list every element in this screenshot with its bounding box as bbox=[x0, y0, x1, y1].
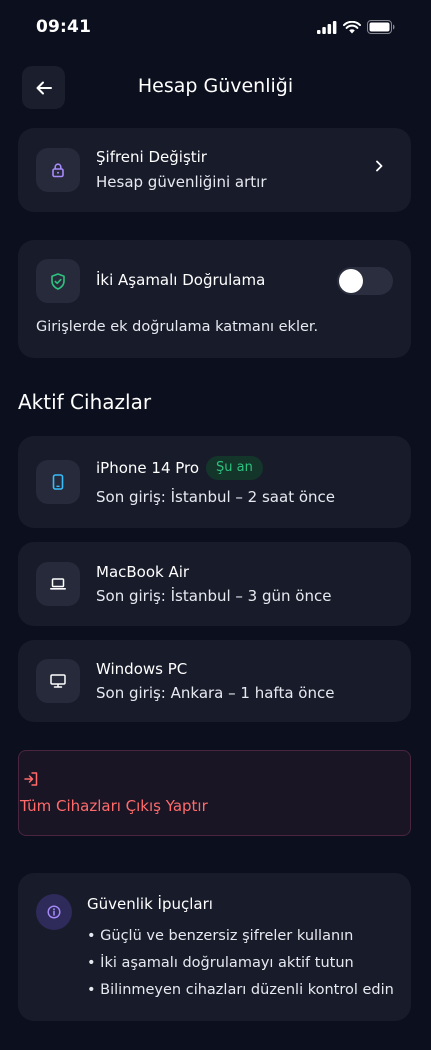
logout-all-button[interactable]: Tüm Cihazları Çıkış Yaptır bbox=[18, 750, 411, 836]
tip-item: • Bilinmeyen cihazları düzenli kontrol e… bbox=[87, 982, 394, 998]
phone-icon bbox=[52, 474, 64, 490]
security-tips-card: Güvenlik İpuçları • Güçlü ve benzersiz ş… bbox=[18, 873, 411, 1021]
change-password-title: Şifreni Değiştir bbox=[96, 148, 207, 166]
info-icon bbox=[47, 905, 61, 919]
device-last-login: Son giriş: İstanbul – 3 gün önce bbox=[96, 587, 332, 605]
desktop-icon bbox=[50, 674, 66, 688]
shield-icon-box bbox=[36, 259, 80, 303]
logout-all-label: Tüm Cihazları Çıkış Yaptır bbox=[20, 797, 208, 815]
status-bar: 09:41 bbox=[0, 0, 431, 56]
device-last-login: Son giriş: İstanbul – 2 saat önce bbox=[96, 488, 336, 506]
two-factor-card: İki Aşamalı Doğrulama Girişlerde ek doğr… bbox=[18, 240, 411, 358]
signal-icon bbox=[317, 20, 337, 34]
devices-section-title: Aktif Cihazlar bbox=[18, 390, 152, 414]
device-last-login: Son giriş: Ankara – 1 hafta önce bbox=[96, 684, 335, 702]
device-name: Windows PC bbox=[96, 660, 188, 678]
laptop-icon bbox=[50, 578, 66, 590]
chevron-right-icon bbox=[376, 160, 383, 172]
toggle-knob bbox=[339, 269, 363, 293]
change-password-card[interactable]: Şifreni Değiştir Hesap güvenliğini artır bbox=[18, 128, 411, 212]
current-device-badge: Şu an bbox=[206, 456, 263, 480]
status-icons bbox=[317, 20, 395, 34]
desktop-icon-box bbox=[36, 659, 80, 703]
device-card[interactable]: MacBook Air Son giriş: İstanbul – 3 gün … bbox=[18, 542, 411, 626]
wifi-icon bbox=[343, 20, 361, 33]
tip-item: • Güçlü ve benzersiz şifreler kullanın bbox=[87, 928, 354, 944]
device-name: MacBook Air bbox=[96, 563, 190, 581]
page-title: Hesap Güvenliği bbox=[137, 75, 294, 97]
lock-icon-box bbox=[36, 148, 80, 192]
laptop-icon-box bbox=[36, 562, 80, 606]
security-tips-title: Güvenlik İpuçları bbox=[87, 895, 213, 913]
tip-item: • İki aşamalı doğrulamayı aktif tutun bbox=[87, 955, 354, 971]
shield-check-icon bbox=[51, 272, 65, 290]
header: Hesap Güvenliği bbox=[0, 66, 431, 110]
status-time: 09:41 bbox=[36, 17, 92, 37]
info-icon-circle bbox=[36, 894, 72, 930]
device-card[interactable]: Windows PC Son giriş: Ankara – 1 hafta ö… bbox=[18, 640, 411, 722]
phone-icon-box bbox=[36, 460, 80, 504]
logout-icon bbox=[24, 772, 38, 786]
change-password-subtitle: Hesap güvenliğini artır bbox=[96, 173, 267, 191]
device-card[interactable]: iPhone 14 Pro Son giriş: İstanbul – 2 sa… bbox=[18, 436, 411, 528]
two-factor-toggle[interactable] bbox=[337, 267, 393, 295]
two-factor-title: İki Aşamalı Doğrulama bbox=[96, 271, 266, 289]
two-factor-description: Girişlerde ek doğrulama katmanı ekler. bbox=[36, 319, 319, 335]
device-name: iPhone 14 Pro bbox=[96, 459, 200, 477]
battery-icon bbox=[367, 20, 395, 34]
lock-icon bbox=[52, 163, 64, 178]
